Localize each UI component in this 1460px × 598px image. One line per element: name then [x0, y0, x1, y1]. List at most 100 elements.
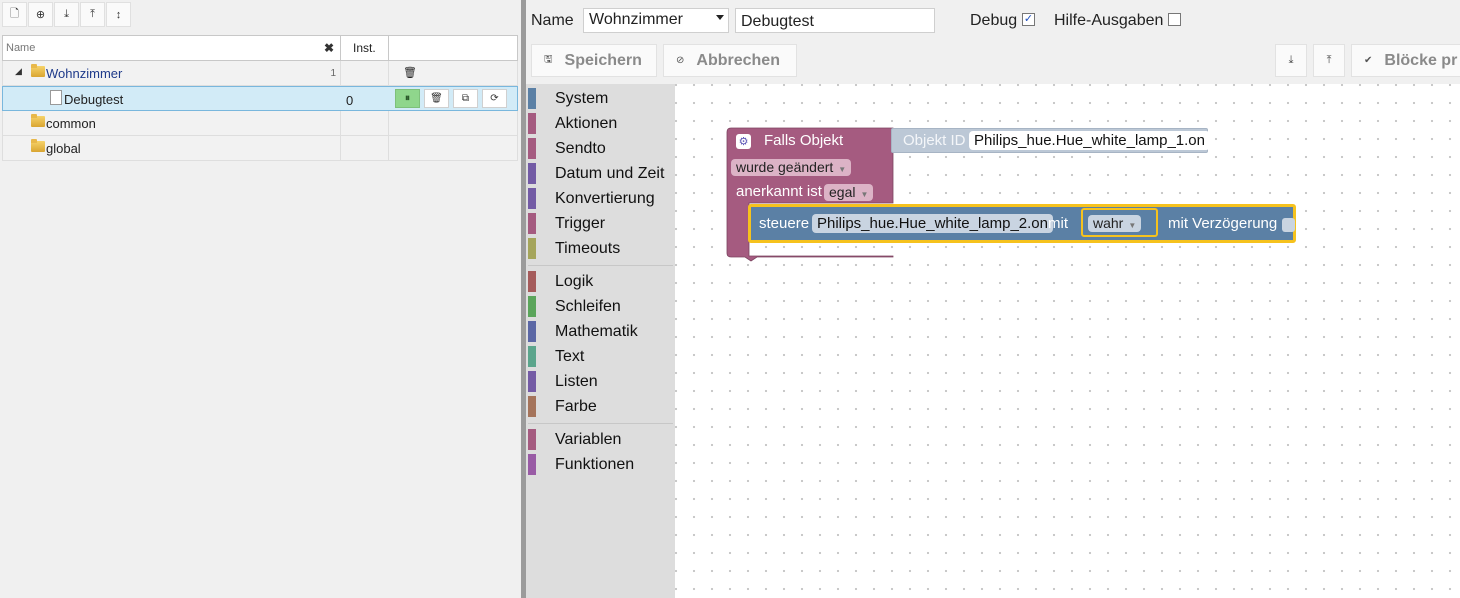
group-select-value: Wohnzimmer: [589, 11, 683, 28]
tree-row-common[interactable]: common: [2, 111, 518, 136]
toolbox-category-logik[interactable]: Logik: [526, 269, 675, 294]
toolbox-category-sendto[interactable]: Sendto: [526, 136, 675, 161]
add-group-icon[interactable]: ⊕: [28, 2, 53, 27]
cancel-button-label: Abbrechen: [696, 51, 780, 69]
toolbox-category-funktionen[interactable]: Funktionen: [526, 452, 675, 477]
name-filter-cell[interactable]: Name ✖: [3, 36, 340, 60]
pause-script-button[interactable]: ⏸: [395, 89, 420, 108]
sort-icon[interactable]: ↕: [106, 2, 131, 27]
folder-icon: [31, 139, 45, 152]
category-color-bar: [528, 238, 536, 259]
group-select[interactable]: Wohnzimmer: [583, 8, 729, 33]
delete-script-button[interactable]: 🗑: [424, 89, 449, 108]
toolbox-category-listen[interactable]: Listen: [526, 369, 675, 394]
tree-row-wohnzimmer[interactable]: ◢ Wohnzimmer 1 🗑: [2, 61, 518, 86]
save-button-label: Speichern: [564, 51, 642, 69]
tree-row-label[interactable]: Wohnzimmer: [46, 66, 122, 81]
toolbox-category-trigger[interactable]: Trigger: [526, 211, 675, 236]
script-tree: Name ✖ Inst. ◢ Wohnzimmer 1 🗑 Debugtest …: [2, 35, 518, 161]
object-id-field[interactable]: Philips_hue.Hue_white_lamp_1.on: [969, 131, 1210, 150]
toolbox-category-farbe[interactable]: Farbe: [526, 394, 675, 419]
category-color-bar: [528, 396, 536, 417]
restart-script-button[interactable]: ⟳: [482, 89, 507, 108]
delay-label: mit Verzögerung: [1168, 215, 1278, 232]
copy-script-button[interactable]: ⧉: [453, 89, 478, 108]
script-name-input[interactable]: [735, 8, 935, 33]
instance-value: 0: [346, 93, 354, 108]
actions-column-header: [388, 36, 517, 60]
tree-row-debugtest[interactable]: Debugtest 0 ⏸ 🗑 ⧉ ⟳: [2, 86, 518, 111]
category-color-bar: [528, 271, 536, 292]
object-id-block[interactable]: Objekt ID Philips_hue.Hue_white_lamp_1.o…: [891, 128, 1210, 153]
category-label: Funktionen: [555, 456, 635, 473]
name-filter-input[interactable]: Name: [6, 42, 35, 54]
toolbox-separator: [528, 265, 673, 266]
category-label: Mathematik: [555, 323, 638, 340]
category-color-bar: [528, 371, 536, 392]
category-label: Timeouts: [555, 240, 621, 257]
expand-toggle-icon[interactable]: ◢: [15, 66, 22, 77]
value-block[interactable]: wahr ▼: [1081, 208, 1158, 237]
import-icon[interactable]: ⤒: [80, 2, 105, 27]
check-blocks-label: Blöcke pr: [1384, 51, 1458, 69]
cancel-icon: ⊘: [676, 55, 685, 66]
chevron-down-icon: ▼: [1128, 221, 1137, 230]
delete-group-icon[interactable]: 🗑: [403, 66, 417, 79]
help-output-label: Hilfe-Ausgaben: [1054, 12, 1164, 29]
category-color-bar: [528, 429, 536, 450]
control-with-label: mit: [1048, 215, 1068, 232]
clear-filter-icon[interactable]: ✖: [324, 41, 334, 55]
tree-row-label[interactable]: global: [46, 141, 81, 156]
ack-value: egal: [829, 184, 856, 200]
condition-value: wurde geändert: [736, 159, 834, 175]
category-label: System: [555, 90, 609, 107]
toolbox-category-mathematik[interactable]: Mathematik: [526, 319, 675, 344]
tree-row-global[interactable]: global: [2, 136, 518, 161]
toolbox-category-text[interactable]: Text: [526, 344, 675, 369]
folder-icon: [31, 114, 45, 127]
checkmark-icon: ✔: [1364, 55, 1373, 66]
condition-dropdown[interactable]: wurde geändert ▼: [731, 159, 852, 176]
category-label: Listen: [555, 373, 598, 390]
blockly-workspace[interactable]: ⚙ Falls Objekt Objekt ID Philips_hue.Hue…: [675, 84, 1460, 598]
toolbox-category-variablen[interactable]: Variablen: [526, 427, 675, 452]
debug-checkbox[interactable]: ✓: [1022, 13, 1035, 26]
tree-row-label[interactable]: common: [46, 116, 96, 131]
debug-label: Debug: [970, 12, 1018, 29]
name-label: Name: [531, 12, 574, 29]
export-icon[interactable]: ⤓: [54, 2, 79, 27]
category-color-bar: [528, 138, 536, 159]
toolbox-category-system[interactable]: System: [526, 86, 675, 111]
toolbox-category-konvertierung[interactable]: Konvertierung: [526, 186, 675, 211]
trigger-gear-icon[interactable]: ⚙: [736, 134, 751, 149]
category-label: Logik: [555, 273, 594, 290]
ack-dropdown[interactable]: egal ▼: [824, 184, 874, 201]
cancel-button[interactable]: ⊘ Abbrechen: [663, 44, 797, 77]
category-color-bar: [528, 296, 536, 317]
import-blocks-button[interactable]: ⤒: [1313, 44, 1345, 77]
chevron-down-icon: ▼: [860, 190, 869, 199]
chevron-down-icon: ▼: [838, 165, 847, 174]
new-script-icon[interactable]: 🗋: [2, 2, 27, 27]
control-block[interactable]: steuere Philips_hue.Hue_white_lamp_2.on …: [748, 204, 1296, 243]
save-button[interactable]: 🖫 Speichern: [531, 44, 657, 77]
delay-checkbox[interactable]: [1282, 218, 1295, 232]
control-label: steuere: [759, 215, 810, 232]
folder-icon: [31, 64, 45, 77]
toolbox-category-schleifen[interactable]: Schleifen: [526, 294, 675, 319]
toolbox-category-aktionen[interactable]: Aktionen: [526, 111, 675, 136]
save-icon: 🖫: [544, 54, 553, 65]
category-color-bar: [528, 454, 536, 475]
toolbox-category-timeouts[interactable]: Timeouts: [526, 236, 675, 261]
export-blocks-button[interactable]: ⤓: [1275, 44, 1307, 77]
category-color-bar: [528, 213, 536, 234]
help-output-checkbox[interactable]: [1168, 13, 1181, 26]
tree-toolbar: 🗋 ⊕ ⤓ ⤒ ↕: [2, 2, 132, 27]
script-file-icon: [50, 90, 62, 105]
ack-label: anerkannt ist: [736, 183, 822, 200]
tree-row-label[interactable]: Debugtest: [64, 92, 123, 107]
check-blocks-button[interactable]: ✔ Blöcke pr: [1351, 44, 1460, 77]
toolbox-category-datum-und-zeit[interactable]: Datum und Zeit: [526, 161, 675, 186]
value-dropdown[interactable]: wahr ▼: [1088, 215, 1142, 232]
control-object-field[interactable]: Philips_hue.Hue_white_lamp_2.on: [812, 214, 1053, 233]
